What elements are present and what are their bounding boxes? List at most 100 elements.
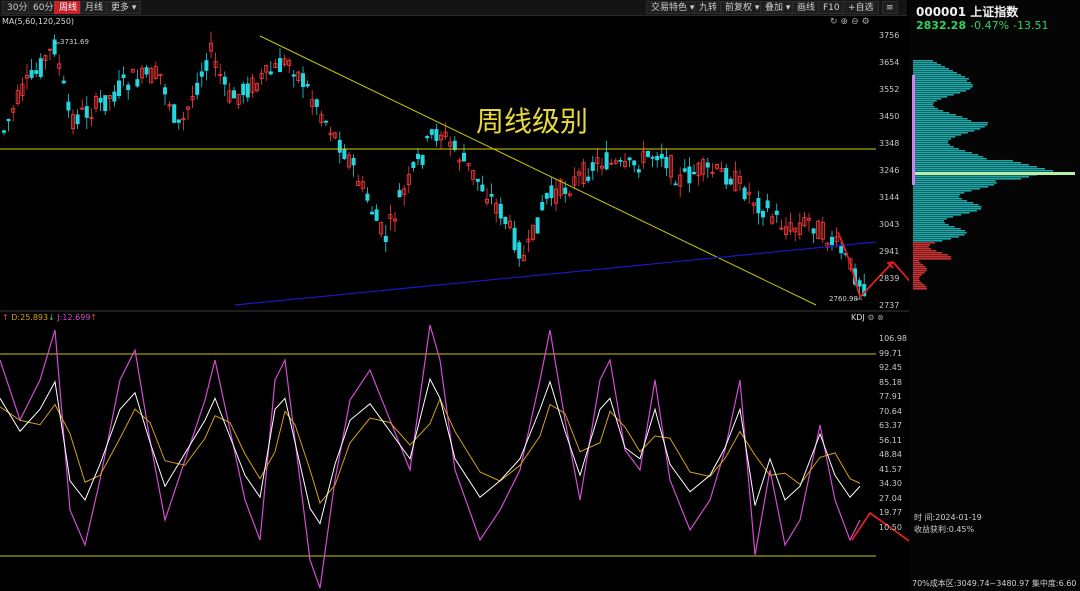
candle-body	[682, 168, 687, 172]
chip-bar	[913, 156, 984, 158]
chip-bar	[913, 220, 945, 222]
chip-bar	[913, 66, 945, 68]
settings-icon[interactable]: ⚙	[862, 17, 873, 27]
candle-body	[839, 245, 844, 254]
candle-body	[830, 236, 835, 246]
time-value: 间:2024-01-19	[924, 513, 982, 522]
candle-body	[144, 67, 149, 75]
chip-bar	[913, 158, 987, 160]
candle-body	[489, 194, 494, 197]
chip-bar	[913, 150, 966, 152]
chip-bar	[913, 142, 949, 144]
ma-indicator-label[interactable]: MA(5,60,120,250)	[2, 17, 74, 26]
candle-body	[655, 155, 660, 161]
candle-body	[475, 178, 480, 182]
chip-bar	[913, 126, 985, 128]
candle-body	[291, 74, 296, 77]
candle-body	[415, 153, 420, 160]
chip-bar	[913, 170, 1053, 172]
close-icon[interactable]: ⊗	[877, 313, 884, 322]
chip-bar	[913, 134, 962, 136]
chip-bar	[913, 168, 1045, 170]
chip-bar	[913, 268, 927, 270]
candle-layer	[2, 31, 867, 298]
kdj-title[interactable]: KDJ ⚙ ⊗	[851, 313, 884, 322]
candle-body	[627, 157, 632, 161]
chip-bar	[913, 288, 927, 290]
chip-bar	[913, 228, 961, 230]
stock-code: 000001	[916, 5, 967, 19]
chip-bar	[913, 104, 934, 106]
chip-bar	[913, 212, 970, 214]
candle-body	[231, 90, 236, 99]
chip-bar	[913, 264, 924, 266]
chip-bar	[913, 146, 954, 148]
candle-body	[563, 187, 568, 194]
stock-price: 2832.28	[916, 19, 967, 32]
kdj-tick-label: 70.64	[879, 406, 902, 416]
chart-tools: ↻⊕⊖⚙	[830, 17, 873, 27]
chip-bar	[913, 144, 950, 146]
settings-icon[interactable]: ⚙	[867, 313, 874, 322]
chip-bar	[913, 206, 982, 208]
kdj-legend: ↑ D:25.893↓ J:12.699↑	[2, 313, 97, 322]
stock-quote: 2832.28 -0.47% -13.51	[916, 19, 1049, 32]
candle-body	[204, 60, 209, 71]
candle-body	[135, 79, 140, 87]
chip-bar	[913, 138, 952, 140]
arrow-up-icon: ↑	[90, 313, 98, 322]
chip-bar	[913, 68, 949, 70]
cost-range: 70%成本区:3049.74~3480.97	[912, 579, 1030, 588]
candle-body	[323, 120, 328, 123]
stock-change: -13.51	[1013, 19, 1049, 32]
candle-body	[756, 198, 761, 214]
kdj-tick-label: 99.71	[879, 348, 902, 358]
candle-body	[811, 228, 816, 234]
chip-bar	[913, 84, 973, 86]
chip-bar	[913, 114, 956, 116]
kdj-tick-label: 48.84	[879, 450, 902, 459]
candle-body	[374, 209, 379, 221]
candle-body	[172, 104, 177, 123]
chip-bar	[913, 262, 921, 264]
candle-body	[636, 169, 641, 173]
candle-body	[434, 129, 439, 141]
candle-body	[199, 71, 204, 77]
candle-body	[650, 156, 655, 159]
candle-body	[604, 152, 609, 170]
candle-body	[195, 82, 200, 95]
zoom-in-icon[interactable]: ⊕	[841, 17, 852, 27]
chip-bar	[913, 70, 953, 72]
candle-body	[369, 211, 374, 215]
kdj-tick-label: 10.50	[879, 522, 902, 532]
candle-body	[742, 187, 747, 200]
chip-bar	[913, 202, 974, 204]
uptrend-line	[234, 241, 877, 306]
zoom-out-icon[interactable]: ⊖	[851, 17, 862, 27]
candle-body	[429, 129, 434, 135]
candle-body	[618, 160, 623, 162]
candle-body	[673, 183, 678, 186]
chip-bar	[913, 128, 981, 130]
kdj-j-line	[0, 324, 861, 589]
chip-bar	[913, 222, 945, 224]
chip-bar	[913, 278, 920, 280]
candle-body	[761, 210, 766, 218]
chip-bar	[913, 208, 981, 210]
chip-bar	[913, 242, 935, 244]
candle-body	[503, 216, 508, 225]
candle-body	[549, 185, 554, 198]
candle-body	[659, 153, 664, 159]
chip-bar	[913, 118, 968, 120]
kdj-tick-label: 19.77	[879, 508, 902, 517]
candle-body	[535, 217, 540, 234]
candle-body	[176, 119, 181, 123]
candle-body	[646, 150, 651, 157]
refresh-icon[interactable]: ↻	[830, 17, 841, 27]
kline-chart[interactable]	[0, 0, 909, 591]
kdj-tick-label: 92.45	[879, 363, 902, 372]
candle-body	[241, 83, 246, 96]
candle-body	[84, 106, 89, 118]
kdj-j-value: J:12.699	[57, 313, 91, 322]
candle-body	[774, 210, 779, 215]
